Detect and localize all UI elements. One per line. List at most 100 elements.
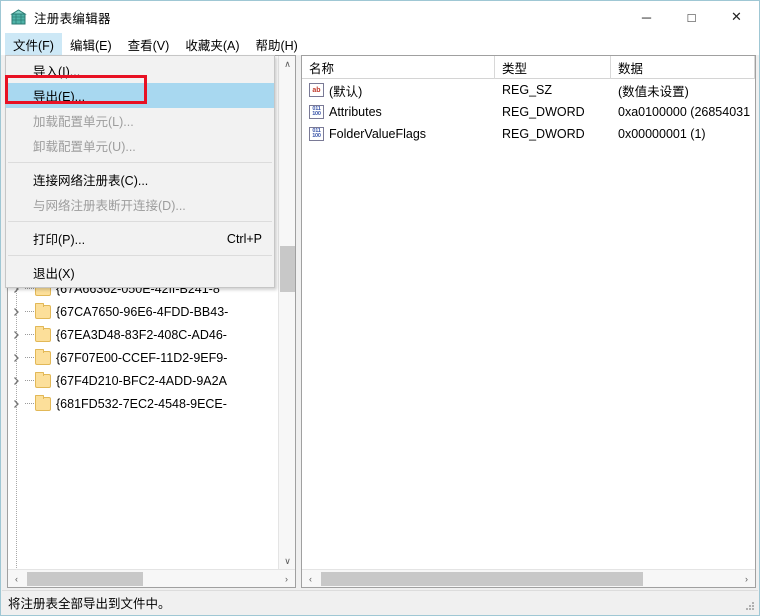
value-data: 0x00000001 (1) [618,127,706,141]
menu-bar: 文件(F) 编辑(E) 查看(V) 收藏夹(A) 帮助(H) [1,33,759,55]
registry-editor-window: 注册表编辑器 ─ □ ✕ 文件(F) 编辑(E) 查看(V) 收藏夹(A) 帮助… [0,0,760,616]
maximize-button[interactable]: □ [669,1,714,33]
tree-item[interactable]: {67EA3D48-83F2-408C-AD46- [8,323,280,346]
values-list[interactable]: ab (默认) REG_SZ (数值未设置) 011 100 Attributes REG_D… [302,79,755,145]
values-scroll-left-arrow[interactable]: ‹ [302,570,319,587]
values-horizontal-scrollbar[interactable]: ‹ › [302,569,755,587]
column-header-label: 类型 [502,62,528,76]
tree-item-label: {67F4D210-BFC2-4ADD-9A2A [56,373,227,388]
file-menu-item-label: 与网络注册表断开连接(D)... [33,199,186,213]
dword-value-icon: 011 100 [309,105,324,119]
registry-editor-icon [10,8,27,26]
tree-vertical-scrollbar[interactable]: ∧ ∨ [278,56,295,570]
tree-item[interactable]: {681FD532-7EC2-4548-9ECE- [8,392,280,415]
file-menu-item-3: 卸载配置单元(U)... [6,133,274,158]
column-header-2[interactable]: 数据 [611,56,755,79]
file-menu-item-0[interactable]: 导入(I)... [6,58,274,83]
tree-connector [24,369,35,392]
status-bar: 将注册表全部导出到文件中。 [2,590,758,614]
file-menu-item-label: 卸载配置单元(U)... [33,140,136,154]
folder-icon [35,348,51,365]
file-menu-item-label: 导出(E)... [33,90,86,104]
file-menu-dropdown[interactable]: 导入(I)... 导出(E)... 加载配置单元(L)... 卸载配置单元(U)...… [5,55,275,288]
folder-icon [35,302,51,319]
chevron-right-icon[interactable] [8,392,24,415]
file-menu-item-label: 退出(X) [33,267,75,281]
window-controls: ─ □ ✕ [624,1,759,33]
folder-icon [35,394,51,411]
title-bar: 注册表编辑器 ─ □ ✕ [1,1,759,33]
value-data: (数值未设置) [618,84,689,99]
chevron-right-icon[interactable] [8,323,24,346]
file-menu-item-label: 连接网络注册表(C)... [33,174,149,188]
tree-connector [24,323,35,346]
value-name-cell: ab (默认) [302,81,495,100]
close-button[interactable]: ✕ [714,1,759,33]
file-menu-item-label: 打印(P)... [33,233,86,247]
column-header-label: 数据 [618,62,644,76]
file-menu-item-1[interactable]: 导出(E)... [6,83,274,108]
menu-favorites[interactable]: 收藏夹(A) [177,33,247,55]
string-value-icon: ab [309,83,324,97]
tree-item[interactable]: {67F4D210-BFC2-4ADD-9A2A [8,369,280,392]
value-name-cell: 011 100 Attributes [302,105,495,119]
value-type: REG_DWORD [502,105,585,119]
tree-scroll-left-arrow[interactable]: ‹ [8,570,25,587]
column-header-0[interactable]: 名称 [302,56,495,79]
status-text: 将注册表全部导出到文件中。 [8,597,171,611]
menu-file[interactable]: 文件(F) [5,33,62,55]
tree-item[interactable]: {67F07E00-CCEF-11D2-9EF9- [8,346,280,369]
file-menu-item-6[interactable]: 打印(P)... Ctrl+P [6,226,274,251]
value-row[interactable]: 011 100 FolderValueFlags REG_DWORD 0x0000000… [302,123,755,145]
value-row[interactable]: ab (默认) REG_SZ (数值未设置) [302,79,755,101]
menu-help[interactable]: 帮助(H) [247,33,305,55]
file-menu-item-5: 与网络注册表断开连接(D)... [6,192,274,217]
value-type: REG_DWORD [502,127,585,141]
value-name: Attributes [329,105,382,119]
file-menu-item-7[interactable]: 退出(X) [6,260,274,285]
value-type: REG_SZ [502,83,553,97]
tree-connector [24,392,35,415]
menu-separator [8,221,272,222]
tree-item-label: {67EA3D48-83F2-408C-AD46- [56,327,227,342]
resize-grip-icon[interactable] [743,599,755,611]
chevron-right-icon[interactable] [8,300,24,323]
tree-item-label: {681FD532-7EC2-4548-9ECE- [56,396,227,411]
menu-separator [8,255,272,256]
file-menu-item-shortcut: Ctrl+P [226,231,262,246]
registry-values-pane: 名称 类型 数据 ab (默认) REG_SZ (数值未设置) 011 100 Attribut… [301,55,756,588]
tree-item-label: {67F07E00-CCEF-11D2-9EF9- [56,350,228,365]
file-menu-item-2: 加载配置单元(L)... [6,108,274,133]
values-column-headers: 名称 类型 数据 [302,56,755,79]
tree-vertical-scroll-thumb[interactable] [280,246,295,292]
value-name: (默认) [329,84,363,99]
tree-item-label: {67CA7650-96E6-4FDD-BB43- [56,304,229,319]
values-scroll-right-arrow[interactable]: › [738,570,755,587]
tree-horizontal-scroll-thumb[interactable] [27,572,143,586]
value-name-cell: 011 100 FolderValueFlags [302,127,495,141]
menu-view[interactable]: 查看(V) [120,33,178,55]
chevron-right-icon[interactable] [8,346,24,369]
tree-item[interactable]: {67CA7650-96E6-4FDD-BB43- [8,300,280,323]
tree-horizontal-scrollbar[interactable]: ‹ › [8,569,295,587]
value-data: 0xa0100000 (26854031 [618,105,751,119]
value-name: FolderValueFlags [329,127,427,141]
tree-scroll-up-arrow[interactable]: ∧ [279,56,295,73]
column-header-label: 名称 [309,62,335,76]
minimize-button[interactable]: ─ [624,1,669,33]
window-title: 注册表编辑器 [34,11,111,26]
dword-value-icon: 011 100 [309,127,324,141]
values-horizontal-scroll-thumb[interactable] [321,572,643,586]
menu-separator [8,162,272,163]
tree-connector [24,300,35,323]
chevron-right-icon[interactable] [8,369,24,392]
file-menu-item-4[interactable]: 连接网络注册表(C)... [6,167,274,192]
value-row[interactable]: 011 100 Attributes REG_DWORD 0xa0100000 (268… [302,101,755,123]
tree-scroll-right-arrow[interactable]: › [278,570,295,587]
file-menu-item-label: 加载配置单元(L)... [33,115,134,129]
tree-scroll-down-arrow[interactable]: ∨ [279,553,295,570]
tree-connector [24,346,35,369]
folder-icon [35,325,51,342]
menu-edit[interactable]: 编辑(E) [62,33,120,55]
column-header-1[interactable]: 类型 [495,56,611,79]
